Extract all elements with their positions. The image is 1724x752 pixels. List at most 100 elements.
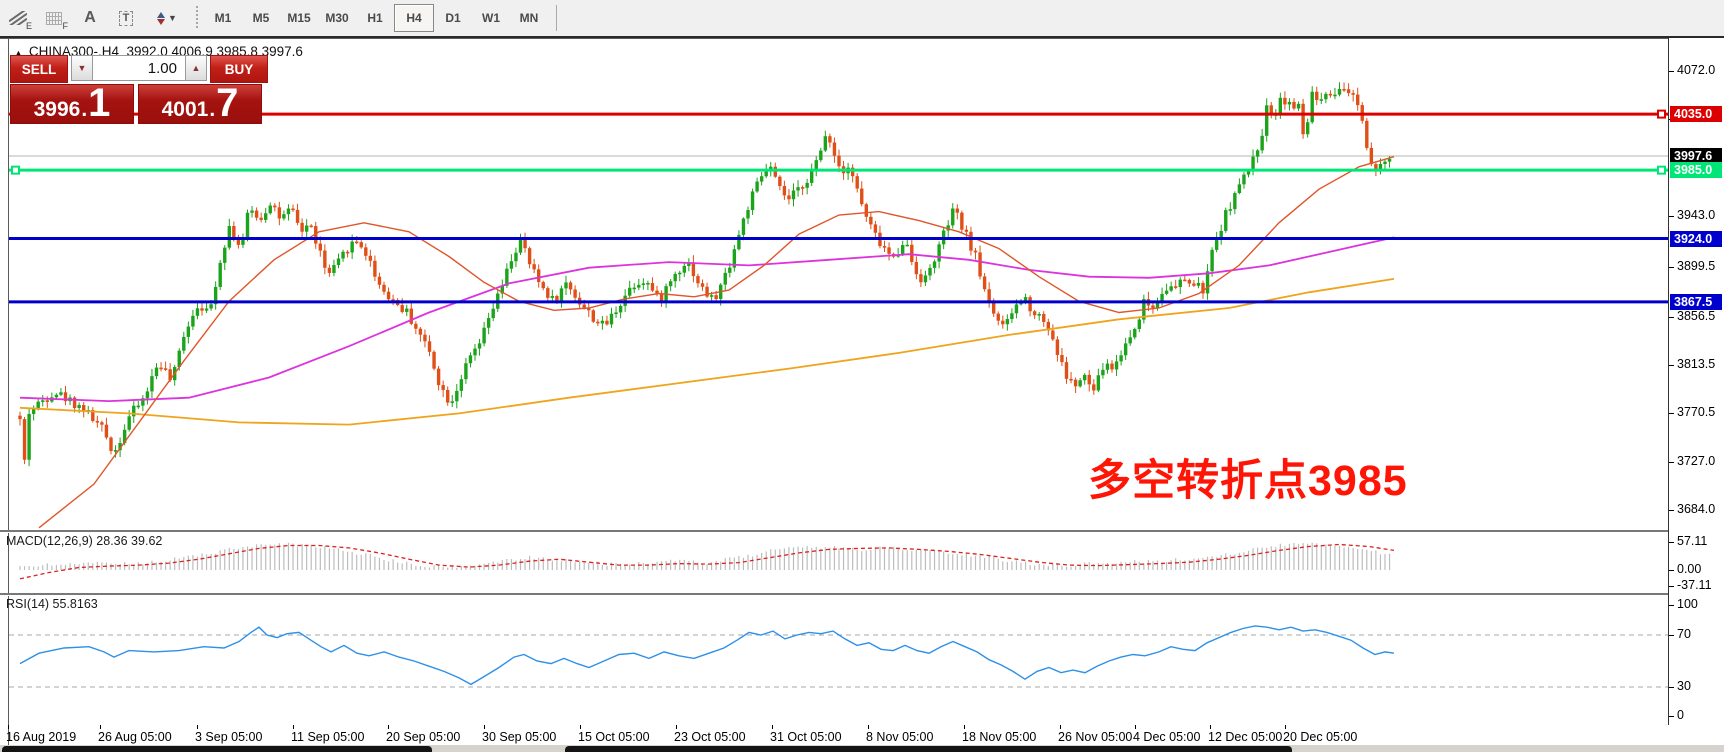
equidistant-channel-tool-button[interactable]: E [1, 4, 35, 32]
line-handle [1658, 167, 1665, 174]
rsi-axis-label: 30 [1677, 679, 1691, 693]
macd-signal-line [20, 545, 1394, 579]
rsi-axis-tick [1669, 635, 1674, 636]
price-axis-label: 3856.5 [1677, 309, 1715, 323]
volume-decrease-button[interactable]: ▼ [71, 55, 93, 81]
time-axis-label: 20 Sep 05:00 [386, 730, 460, 744]
timeframe-button-m30[interactable]: M30 [318, 5, 356, 31]
time-axis-tick [293, 725, 294, 729]
background-window-edge [565, 746, 1292, 752]
toolbar-separator [196, 6, 198, 30]
buy-price-pips: 7 [216, 87, 238, 120]
timeframe-button-h4[interactable]: H4 [394, 4, 434, 32]
time-axis-tick [1210, 725, 1211, 729]
sell-price-main: 3996 [34, 100, 81, 120]
rsi-axis-tick [1669, 605, 1674, 606]
time-axis-tick [388, 725, 389, 729]
text-label-icon: A [84, 9, 96, 27]
time-axis-label: 31 Oct 05:00 [770, 730, 842, 744]
time-axis[interactable]: 16 Aug 201926 Aug 05:003 Sep 05:0011 Sep… [9, 725, 1668, 745]
toolbar: E F A T ▼ M1 M5 M15 M30 H1 H4 D1 W1 MN [0, 0, 1724, 38]
volume-input[interactable]: 1.00 [93, 55, 185, 81]
chevron-down-icon: ▼ [168, 13, 177, 23]
time-axis-tick [100, 725, 101, 729]
rsi-label: RSI(14) 55.8163 [6, 597, 98, 611]
rsi-axis-tick [1669, 687, 1674, 688]
timeframe-button-m1[interactable]: M1 [204, 5, 242, 31]
tool-sub-label: F [63, 21, 69, 31]
time-axis-tick [1135, 725, 1136, 729]
text-tool-button[interactable]: T [109, 4, 143, 32]
price-badge-3924.0: 3924.0 [1670, 231, 1722, 247]
time-axis-label: 18 Nov 05:00 [962, 730, 1036, 744]
rsi-axis-tick [1669, 716, 1674, 717]
macd-indicator-plot[interactable] [9, 532, 1668, 593]
price-axis-label: 3813.5 [1677, 357, 1715, 371]
time-axis-tick [8, 725, 9, 729]
toolbar-separator [556, 5, 557, 31]
price-axis-tick [1669, 267, 1674, 268]
buy-price-dot: . [209, 100, 215, 120]
arrows-icon [157, 12, 165, 25]
volume-increase-button[interactable]: ▲ [185, 55, 207, 81]
price-axis-tick [1669, 462, 1674, 463]
chart-annotation-text: 多空转折点3985 [1088, 446, 1408, 508]
macd-axis-label: 57.11 [1677, 534, 1707, 548]
rsi-indicator-plot[interactable] [9, 595, 1668, 725]
time-axis-tick [1060, 725, 1061, 729]
fibonacci-tool-button[interactable]: F [37, 4, 71, 32]
price-badge-3867.5: 3867.5 [1670, 294, 1722, 310]
sell-price-pips: 1 [88, 87, 110, 120]
price-axis-label: 3727.0 [1677, 454, 1715, 468]
time-axis-tick [580, 725, 581, 729]
time-axis-tick [964, 725, 965, 729]
background-window-edge [2, 746, 432, 752]
price-axis-tick [1669, 317, 1674, 318]
macd-axis-tick [1669, 542, 1674, 543]
timeframe-button-m15[interactable]: M15 [280, 5, 318, 31]
text-label-tool-button[interactable]: A [73, 4, 107, 32]
volume-stepper: ▼ 1.00 ▲ [71, 55, 207, 81]
time-axis-label: 30 Sep 05:00 [482, 730, 556, 744]
line-handle [1658, 111, 1665, 118]
time-axis-label: 23 Oct 05:00 [674, 730, 746, 744]
time-axis-tick [197, 725, 198, 729]
tool-sub-label: E [26, 21, 32, 31]
arrows-tool-button[interactable]: ▼ [145, 4, 189, 32]
time-axis-tick [868, 725, 869, 729]
sell-price-display[interactable]: 3996 . 1 [10, 84, 134, 124]
mt4-terminal: E F A T ▼ M1 M5 M15 M30 H1 H4 D1 W1 MN [0, 0, 1724, 752]
time-axis-label: 26 Nov 05:00 [1058, 730, 1132, 744]
timeframe-button-w1[interactable]: W1 [472, 5, 510, 31]
price-axis-tick [1669, 413, 1674, 414]
price-axis-label: 4072.0 [1677, 63, 1715, 77]
time-axis-label: 16 Aug 2019 [6, 730, 76, 744]
price-badge-3985.0: 3985.0 [1670, 162, 1722, 178]
timeframe-button-h1[interactable]: H1 [356, 5, 394, 31]
rsi-axis-label: 100 [1677, 597, 1698, 611]
one-click-trading-panel: SELL ▼ 1.00 ▲ BUY 3996 . 1 4001 . 7 [10, 55, 268, 124]
buy-button[interactable]: BUY [210, 55, 268, 83]
time-axis-tick [484, 725, 485, 729]
buy-price-display[interactable]: 4001 . 7 [138, 84, 262, 124]
price-axis-label: 3684.0 [1677, 502, 1715, 516]
timeframe-button-m5[interactable]: M5 [242, 5, 280, 31]
time-axis-label: 15 Oct 05:00 [578, 730, 650, 744]
time-axis-label: 4 Dec 05:00 [1133, 730, 1200, 744]
price-badge-4035.0: 4035.0 [1670, 106, 1722, 122]
time-axis-label: 3 Sep 05:00 [195, 730, 262, 744]
rsi-axis-label: 0 [1677, 708, 1684, 722]
timeframe-button-d1[interactable]: D1 [434, 5, 472, 31]
fibonacci-grid-icon [46, 12, 62, 25]
price-axis-tick [1669, 510, 1674, 511]
macd-axis-tick [1669, 570, 1674, 571]
price-axis-tick [1669, 216, 1674, 217]
time-axis-tick [1285, 725, 1286, 729]
line-handle [12, 167, 19, 174]
sell-button[interactable]: SELL [10, 55, 68, 83]
price-axis-label: 3899.5 [1677, 259, 1715, 273]
time-axis-label: 20 Dec 05:00 [1283, 730, 1357, 744]
timeframe-button-mn[interactable]: MN [510, 5, 548, 31]
price-axis[interactable]: 4072.04029.03943.03899.53856.53813.53770… [1669, 38, 1724, 745]
price-axis-tick [1669, 71, 1674, 72]
